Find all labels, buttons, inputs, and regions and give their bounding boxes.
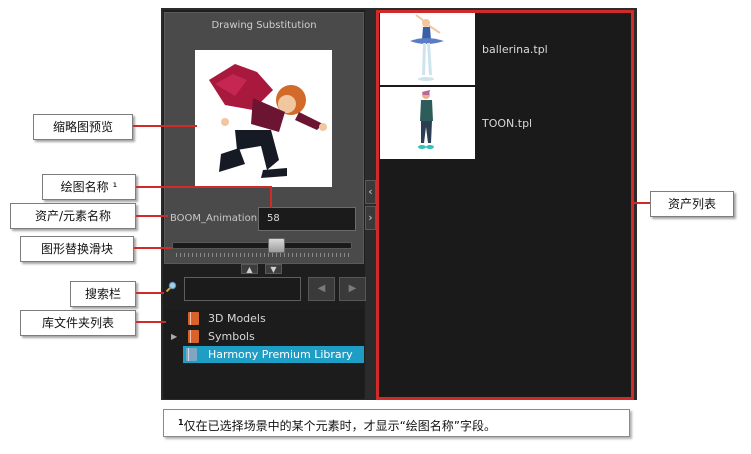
arrow-right-icon: ▶ — [348, 283, 357, 294]
search-input[interactable] — [184, 277, 301, 301]
asset-thumbnail-ballerina[interactable] — [380, 13, 475, 85]
leader-line — [136, 215, 168, 217]
next-result-button[interactable]: ▶ — [339, 277, 366, 301]
chevron-down-icon: ▼ — [270, 265, 277, 274]
asset-name-toon[interactable]: TOON.tpl — [482, 117, 532, 130]
drawing-name-field[interactable]: 58 — [258, 207, 356, 231]
leader-line — [270, 186, 272, 208]
asset-element-name: BOOM_Animation — [170, 213, 258, 224]
callout-thumbnail-preview: 缩略图预览 — [33, 114, 133, 140]
callout-library-folder-list: 库文件夹列表 — [20, 310, 136, 336]
substitution-slider-track[interactable] — [172, 242, 352, 249]
footnote: 1仅在已选择场景中的某个元素时，才显示“绘图名称”字段。 — [163, 409, 630, 437]
chevron-up-icon: ▲ — [246, 265, 253, 274]
callout-drawing-name: 绘图名称 ¹ — [42, 174, 136, 200]
leader-line — [134, 247, 172, 249]
library-book-icon — [188, 312, 199, 325]
leader-line — [136, 292, 164, 294]
boom-character-image — [209, 64, 327, 178]
substitution-slider-thumb[interactable] — [267, 238, 285, 253]
footnote-text: 仅在已选择场景中的某个元素时，才显示“绘图名称”字段。 — [183, 419, 497, 433]
leader-line — [136, 186, 272, 188]
leader-line — [133, 125, 197, 127]
ballerina-image — [410, 14, 444, 81]
collapse-down-button[interactable]: ▼ — [265, 264, 282, 274]
folder-3d-models[interactable]: 3D Models — [164, 310, 364, 327]
folder-label: Symbols — [208, 330, 255, 343]
chevron-right-icon: › — [368, 211, 373, 224]
folder-symbols[interactable]: ▶ Symbols — [164, 328, 364, 345]
chevron-left-icon: ‹ — [368, 185, 373, 198]
asset-thumbnail-toon[interactable] — [380, 87, 475, 159]
asset-name-ballerina[interactable]: ballerina.tpl — [482, 43, 548, 56]
thumbnail-preview — [195, 50, 332, 187]
arrow-left-icon: ◀ — [317, 283, 326, 294]
expand-arrow-icon[interactable]: ▶ — [171, 328, 177, 345]
slider-ticks — [176, 253, 350, 257]
library-book-icon — [188, 330, 199, 343]
collapse-left-button[interactable]: ‹ — [365, 180, 376, 204]
collapse-up-button[interactable]: ▲ — [241, 264, 258, 274]
callout-asset-list: 资产列表 — [650, 191, 734, 217]
library-book-icon — [186, 348, 197, 361]
search-icon — [165, 281, 177, 293]
library-folder-list: 3D Models ▶ Symbols Harmony Premium Libr… — [164, 309, 364, 399]
callout-asset-element-name: 资产/元素名称 — [10, 203, 136, 229]
callout-substitution-slider: 图形替换滑块 — [20, 236, 134, 262]
callout-search-bar: 搜索栏 — [70, 281, 136, 307]
leader-line — [136, 321, 166, 323]
drawing-substitution-title: Drawing Substitution — [211, 20, 317, 31]
toon-image — [418, 90, 434, 149]
leader-line — [634, 202, 650, 204]
folder-harmony-premium-library[interactable]: Harmony Premium Library — [183, 346, 364, 363]
folder-label: Harmony Premium Library — [208, 348, 353, 361]
expand-right-button[interactable]: › — [365, 206, 376, 230]
previous-result-button[interactable]: ◀ — [308, 277, 335, 301]
folder-label: 3D Models — [208, 312, 266, 325]
